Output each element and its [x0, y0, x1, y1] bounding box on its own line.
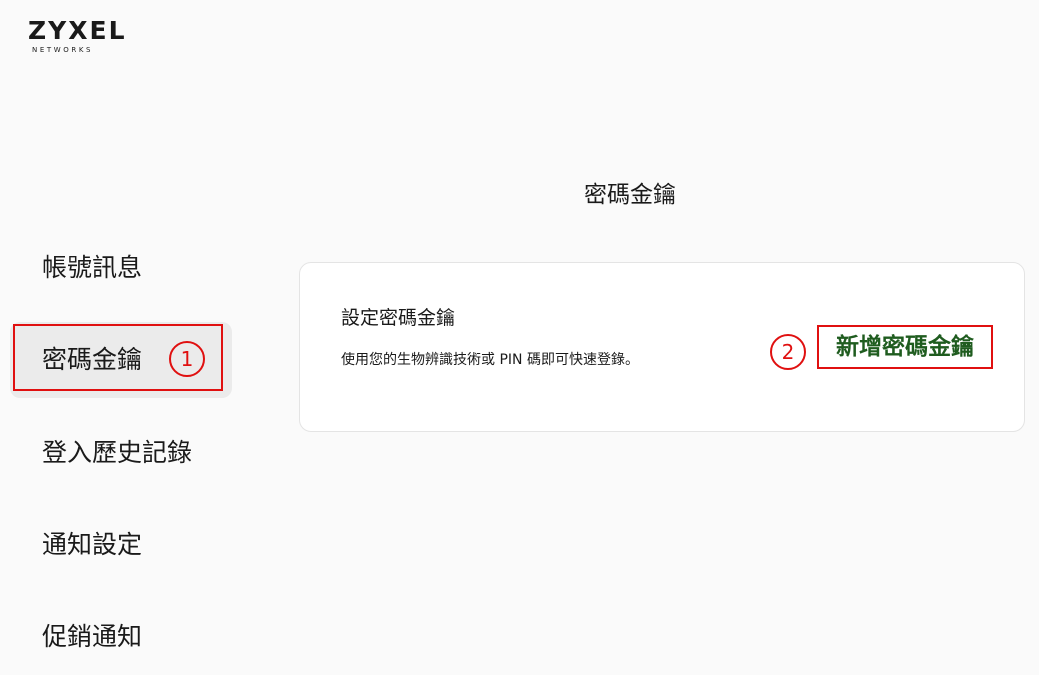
page-title: 密碼金鑰 [584, 182, 676, 208]
add-passkey-button[interactable]: 新增密碼金鑰 [817, 325, 993, 369]
sidebar-item-account-info[interactable]: 帳號訊息 [10, 230, 232, 306]
sidebar-item-login-history[interactable]: 登入歷史記錄 [10, 415, 232, 491]
card-title: 設定密碼金鑰 [341, 307, 456, 329]
sidebar-item-notification-settings[interactable]: 通知設定 [10, 507, 232, 583]
logo-brand: ZYXEL [28, 16, 127, 45]
annotation-step-1: 1 [169, 341, 205, 377]
sidebar-item-promotions[interactable]: 促銷通知 [10, 599, 232, 675]
logo-subtitle: NETWORKS [32, 46, 94, 54]
card-description: 使用您的生物辨識技術或 PIN 碼即可快速登錄。 [341, 352, 639, 368]
annotation-step-2: 2 [770, 334, 806, 370]
zyxel-logo: ZYXEL NETWORKS [28, 18, 132, 54]
